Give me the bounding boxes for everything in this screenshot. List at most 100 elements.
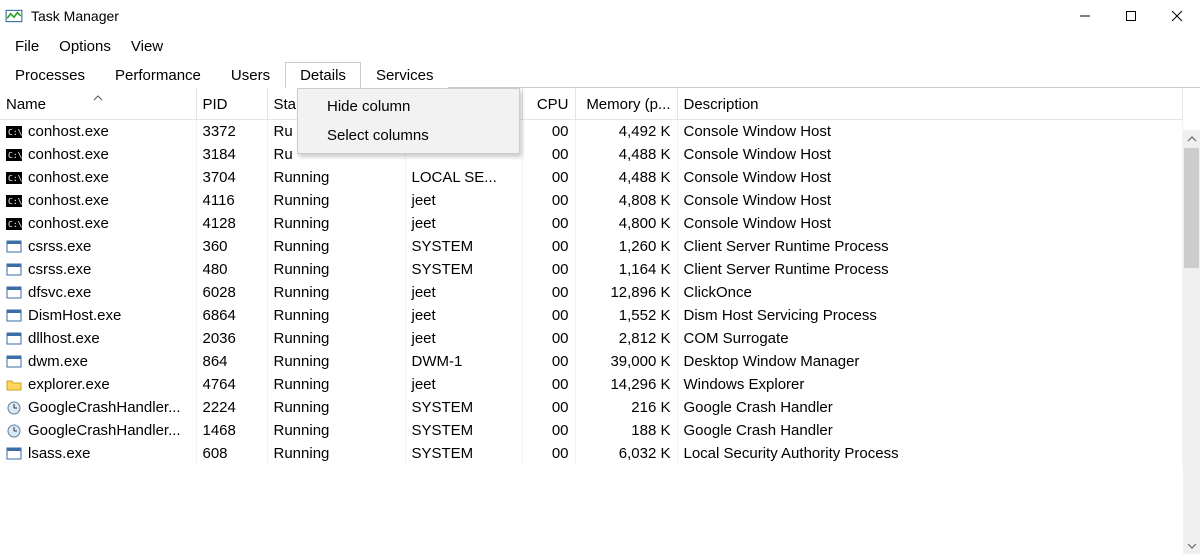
process-name: conhost.exe — [28, 146, 109, 163]
process-name: csrss.exe — [28, 261, 91, 278]
col-cpu[interactable]: CPU — [522, 88, 575, 120]
details-table: Name PID Sta CPU Memory (p... Descriptio… — [0, 88, 1183, 465]
tab-services[interactable]: Services — [361, 62, 449, 88]
process-memory: 6,032 K — [575, 442, 677, 465]
menu-file[interactable]: File — [6, 36, 48, 57]
process-user: jeet — [405, 212, 522, 235]
process-cpu: 00 — [522, 350, 575, 373]
table-row[interactable]: csrss.exe480RunningSYSTEM001,164 KClient… — [0, 258, 1183, 281]
svg-text:C:\: C:\ — [8, 220, 22, 229]
menu-view[interactable]: View — [122, 36, 172, 57]
minimize-button[interactable] — [1062, 0, 1108, 32]
process-memory: 4,488 K — [575, 143, 677, 166]
process-user: SYSTEM — [405, 235, 522, 258]
process-memory: 12,896 K — [575, 281, 677, 304]
col-pid[interactable]: PID — [196, 88, 267, 120]
col-memory[interactable]: Memory (p... — [575, 88, 677, 120]
process-memory: 2,812 K — [575, 327, 677, 350]
process-description: Console Window Host — [677, 120, 1183, 144]
close-button[interactable] — [1154, 0, 1200, 32]
process-icon — [6, 262, 22, 278]
table-row[interactable]: GoogleCrashHandler...1468RunningSYSTEM00… — [0, 419, 1183, 442]
table-row[interactable]: csrss.exe360RunningSYSTEM001,260 KClient… — [0, 235, 1183, 258]
scroll-up-icon[interactable] — [1183, 130, 1200, 147]
process-cpu: 00 — [522, 396, 575, 419]
process-status: Running — [267, 419, 405, 442]
process-status: Running — [267, 258, 405, 281]
tab-details[interactable]: Details — [285, 62, 361, 88]
process-name: lsass.exe — [28, 445, 91, 462]
process-cpu: 00 — [522, 189, 575, 212]
table-row[interactable]: dfsvc.exe6028Runningjeet0012,896 KClickO… — [0, 281, 1183, 304]
table-row[interactable]: dllhost.exe2036Runningjeet002,812 KCOM S… — [0, 327, 1183, 350]
process-status: Running — [267, 350, 405, 373]
col-name-label: Name — [6, 96, 46, 113]
process-status: Running — [267, 327, 405, 350]
process-status: Running — [267, 281, 405, 304]
process-user: SYSTEM — [405, 258, 522, 281]
menubar: File Options View — [0, 32, 1200, 60]
process-name: DismHost.exe — [28, 307, 121, 324]
process-pid: 2036 — [196, 327, 267, 350]
process-pid: 3184 — [196, 143, 267, 166]
process-cpu: 00 — [522, 304, 575, 327]
tab-processes[interactable]: Processes — [0, 62, 100, 88]
process-description: Google Crash Handler — [677, 419, 1183, 442]
process-user: jeet — [405, 281, 522, 304]
process-user: jeet — [405, 373, 522, 396]
process-icon — [6, 446, 22, 462]
process-icon — [6, 400, 22, 416]
process-pid: 4128 — [196, 212, 267, 235]
process-memory: 14,296 K — [575, 373, 677, 396]
process-description: Console Window Host — [677, 189, 1183, 212]
process-memory: 39,000 K — [575, 350, 677, 373]
process-name: csrss.exe — [28, 238, 91, 255]
process-pid: 608 — [196, 442, 267, 465]
process-description: Desktop Window Manager — [677, 350, 1183, 373]
ctx-select-columns[interactable]: Select columns — [301, 121, 516, 150]
process-cpu: 00 — [522, 258, 575, 281]
process-user: SYSTEM — [405, 442, 522, 465]
process-user: jeet — [405, 189, 522, 212]
table-row[interactable]: GoogleCrashHandler...2224RunningSYSTEM00… — [0, 396, 1183, 419]
svg-text:C:\: C:\ — [8, 174, 22, 183]
scroll-down-icon[interactable] — [1183, 537, 1200, 554]
table-row[interactable]: C:\conhost.exe3704RunningLOCAL SE...004,… — [0, 166, 1183, 189]
table-row[interactable]: C:\conhost.exe4116Runningjeet004,808 KCo… — [0, 189, 1183, 212]
process-status: Running — [267, 373, 405, 396]
process-icon: C:\ — [6, 193, 22, 209]
table-row[interactable]: C:\conhost.exe3184Ru004,488 KConsole Win… — [0, 143, 1183, 166]
scrollbar-vertical[interactable] — [1183, 130, 1200, 554]
process-cpu: 00 — [522, 281, 575, 304]
process-pid: 6864 — [196, 304, 267, 327]
titlebar[interactable]: Task Manager — [0, 0, 1200, 32]
table-row[interactable]: dwm.exe864RunningDWM-10039,000 KDesktop … — [0, 350, 1183, 373]
menu-options[interactable]: Options — [50, 36, 120, 57]
process-icon — [6, 239, 22, 255]
process-description: Windows Explorer — [677, 373, 1183, 396]
process-name: conhost.exe — [28, 192, 109, 209]
process-pid: 3704 — [196, 166, 267, 189]
process-description: Console Window Host — [677, 143, 1183, 166]
ctx-hide-column[interactable]: Hide column — [301, 92, 516, 121]
tab-users[interactable]: Users — [216, 62, 285, 88]
col-name[interactable]: Name — [0, 88, 196, 120]
svg-text:C:\: C:\ — [8, 128, 22, 137]
maximize-button[interactable] — [1108, 0, 1154, 32]
tab-performance[interactable]: Performance — [100, 62, 216, 88]
process-status: Running — [267, 304, 405, 327]
process-icon: C:\ — [6, 147, 22, 163]
process-pid: 1468 — [196, 419, 267, 442]
process-name: explorer.exe — [28, 376, 110, 393]
table-row[interactable]: C:\conhost.exe4128Runningjeet004,800 KCo… — [0, 212, 1183, 235]
svg-text:C:\: C:\ — [8, 151, 22, 160]
table-row[interactable]: lsass.exe608RunningSYSTEM006,032 KLocal … — [0, 442, 1183, 465]
process-memory: 216 K — [575, 396, 677, 419]
col-description[interactable]: Description — [677, 88, 1183, 120]
scrollbar-thumb[interactable] — [1184, 148, 1199, 268]
table-row[interactable]: C:\conhost.exe3372Ru004,492 KConsole Win… — [0, 120, 1183, 144]
table-row[interactable]: DismHost.exe6864Runningjeet001,552 KDism… — [0, 304, 1183, 327]
table-row[interactable]: explorer.exe4764Runningjeet0014,296 KWin… — [0, 373, 1183, 396]
process-description: Dism Host Servicing Process — [677, 304, 1183, 327]
process-cpu: 00 — [522, 166, 575, 189]
